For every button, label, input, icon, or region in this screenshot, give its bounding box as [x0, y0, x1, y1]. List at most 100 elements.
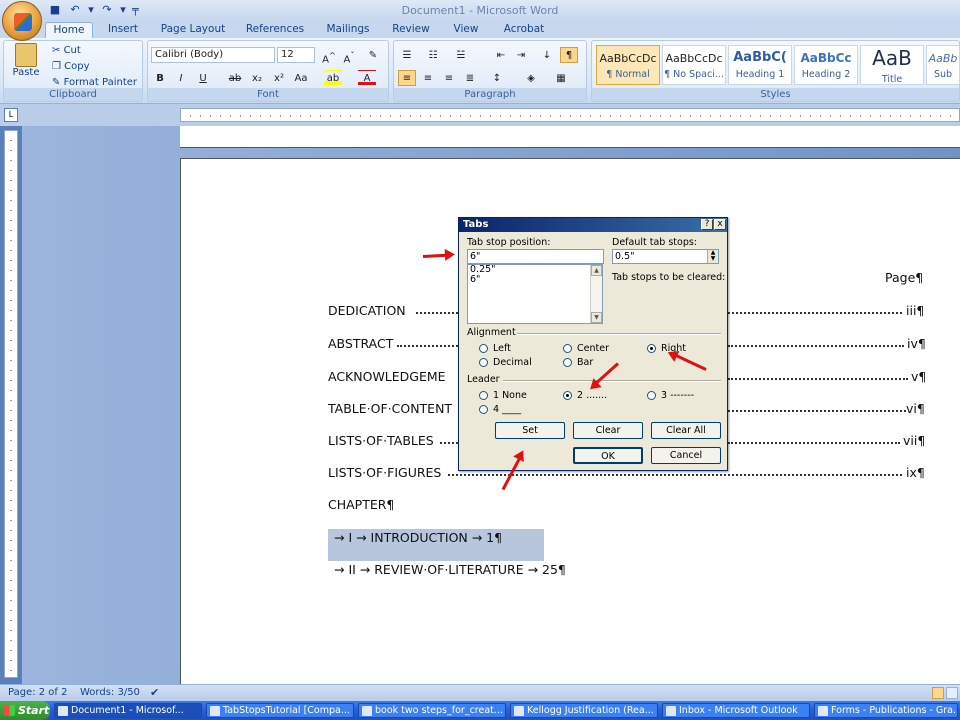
numbering-icon[interactable]: ☷	[424, 47, 442, 63]
cancel-button[interactable]: Cancel	[651, 447, 721, 464]
italic-icon[interactable]: I	[172, 70, 190, 86]
style-heading-1[interactable]: AaBbC(Heading 1	[728, 45, 792, 85]
tab-home[interactable]: Home	[45, 22, 93, 38]
scroll-up-icon[interactable]: ▲	[591, 265, 602, 276]
toc-entry-dedication: DEDICATION	[328, 303, 406, 318]
line-spacing-icon[interactable]: ↕	[488, 70, 506, 86]
start-button[interactable]: Start	[0, 701, 50, 720]
taskbar-item-kellogg[interactable]: Kellogg Justification (Rea...	[510, 703, 658, 718]
taskbar-item-outlook[interactable]: Inbox - Microsoft Outlook	[662, 703, 810, 718]
page-count[interactable]: Page: 2 of 2	[8, 687, 67, 698]
tab-view[interactable]: View	[446, 22, 486, 38]
style-title[interactable]: AaB Title	[860, 45, 924, 85]
list-scrollbar[interactable]: ▲ ▼	[590, 265, 602, 323]
status-bar: Page: 2 of 2 Words: 3/50 ✔	[0, 684, 960, 701]
style-no-spacing[interactable]: AaBbCcDc ¶ No Spaci...	[662, 45, 726, 85]
office-button[interactable]	[2, 1, 42, 41]
set-button[interactable]: Set	[495, 422, 565, 439]
superscript-icon[interactable]: x²	[270, 70, 288, 86]
tab-stop-list-item[interactable]: 0.25"	[468, 265, 602, 275]
previous-page	[180, 126, 960, 148]
help-icon[interactable]: ?	[701, 219, 713, 230]
alignment-decimal-radio[interactable]: Decimal	[479, 357, 532, 368]
tab-stop-position-label: Tab stop position:	[467, 237, 551, 248]
justify-icon[interactable]: ≣	[461, 70, 479, 86]
style-heading-2[interactable]: AaBbCc Heading 2	[794, 45, 858, 85]
align-left-icon[interactable]: ≡	[398, 70, 416, 86]
highlight-icon[interactable]: ab	[324, 70, 342, 86]
align-right-icon[interactable]: ≡	[440, 70, 458, 86]
view-print-layout-icon[interactable]	[932, 687, 944, 699]
vertical-ruler[interactable]	[4, 130, 18, 678]
leader-line-radio[interactable]: 4 ____	[479, 404, 521, 415]
clear-all-button[interactable]: Clear All	[651, 422, 721, 439]
alignment-divider	[517, 333, 721, 335]
close-icon[interactable]: x	[714, 219, 726, 230]
format-painter-button[interactable]: ✎ Format Painter	[52, 77, 137, 88]
radio-dashes-icon	[647, 391, 656, 400]
alignment-left-radio[interactable]: Left	[479, 343, 511, 354]
scroll-down-icon[interactable]: ▼	[591, 312, 602, 323]
tab-insert[interactable]: Insert	[100, 22, 146, 38]
underline-icon[interactable]: U	[194, 70, 212, 86]
alignment-center-radio[interactable]: Center	[563, 343, 609, 354]
tab-page-layout[interactable]: Page Layout	[155, 22, 231, 38]
taskbar-item-word[interactable]: Document1 - Microsof...	[54, 703, 202, 718]
tab-selector-icon[interactable]: L	[4, 108, 18, 122]
clear-formatting-icon[interactable]: ✎	[364, 47, 382, 63]
office-logo-icon	[14, 13, 32, 31]
word-app-icon	[362, 706, 372, 716]
bullets-icon[interactable]: ☰	[398, 47, 416, 63]
subscript-icon[interactable]: x₂	[248, 70, 266, 86]
font-size-box[interactable]: 12	[277, 47, 315, 63]
tab-stop-list[interactable]: 0.25" 6" ▲ ▼	[467, 264, 603, 324]
paragraph-label: Paragraph	[394, 88, 586, 101]
paste-button[interactable]: Paste	[10, 43, 42, 87]
proofing-icon[interactable]: ✔	[150, 686, 159, 699]
toc-leader	[728, 410, 906, 412]
taskbar-item-book[interactable]: book two steps_for_creat...	[358, 703, 506, 718]
tab-mailings[interactable]: Mailings	[320, 22, 376, 38]
window-title: Document1 - Microsoft Word	[401, 4, 559, 17]
multilevel-list-icon[interactable]: ☱	[452, 47, 470, 63]
default-tab-stops-input[interactable]: 0.5"	[612, 249, 719, 264]
increase-indent-icon[interactable]: ⇥	[512, 47, 530, 63]
shrink-font-icon[interactable]: Aˇ	[340, 47, 358, 65]
font-color-icon[interactable]: A	[358, 70, 376, 86]
clear-button[interactable]: Clear	[573, 422, 643, 439]
strikethrough-icon[interactable]: ab	[226, 70, 244, 86]
change-case-icon[interactable]: Aa	[292, 70, 310, 86]
taskbar-item-forms[interactable]: Forms - Publications - Gra...	[814, 703, 958, 718]
bold-icon[interactable]: B	[151, 70, 169, 86]
tab-review[interactable]: Review	[386, 22, 436, 38]
cut-button[interactable]: ✂ Cut	[52, 45, 81, 56]
leader-dashes-radio[interactable]: 3 -------	[647, 390, 694, 401]
ok-button[interactable]: OK	[573, 447, 643, 464]
toc-leader	[440, 442, 458, 444]
view-full-screen-icon[interactable]	[946, 687, 958, 699]
toc-entry-acknowledgement: ACKNOWLEDGEME	[328, 369, 446, 384]
radio-line-icon	[479, 405, 488, 414]
decrease-indent-icon[interactable]: ⇤	[492, 47, 510, 63]
horizontal-ruler[interactable]	[180, 108, 960, 122]
tab-stop-position-input[interactable]: 6"	[467, 249, 604, 264]
leader-dots-radio[interactable]: 2 .......	[563, 390, 607, 401]
alignment-bar-radio[interactable]: Bar	[563, 357, 593, 368]
tab-stop-list-item[interactable]: 6"	[468, 275, 602, 285]
style-normal[interactable]: AaBbCcDc ¶ Normal	[596, 45, 660, 85]
default-tab-spinner-icon[interactable]: ▲ ▼	[707, 250, 718, 263]
borders-icon[interactable]: ▦	[552, 70, 570, 86]
font-name-box[interactable]: Calibri (Body)	[151, 47, 275, 63]
copy-button[interactable]: ❐ Copy	[52, 61, 90, 72]
tab-acrobat[interactable]: Acrobat	[496, 22, 552, 38]
word-count[interactable]: Words: 3/50	[80, 687, 140, 698]
style-subtitle[interactable]: AaBb Sub	[926, 45, 960, 85]
shading-icon[interactable]: ◈	[522, 70, 540, 86]
show-marks-icon[interactable]: ¶	[560, 47, 578, 63]
tab-references[interactable]: References	[240, 22, 310, 38]
leader-none-radio[interactable]: 1 None	[479, 390, 527, 401]
grow-font-icon[interactable]: A^	[320, 47, 338, 65]
sort-icon[interactable]: ↓	[538, 47, 556, 63]
taskbar-item-tabstops-tutorial[interactable]: TabStopsTutorial [Compa...	[206, 703, 354, 718]
align-center-icon[interactable]: ≡	[419, 70, 437, 86]
